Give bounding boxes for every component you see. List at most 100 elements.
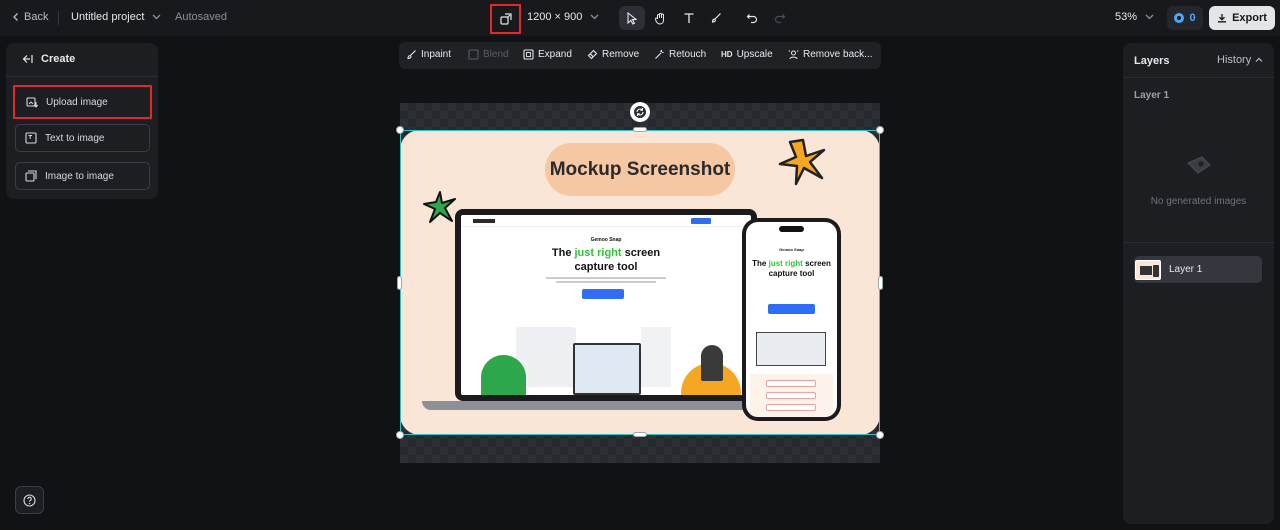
select-tool-button[interactable]: [619, 6, 645, 30]
autosave-status: Autosaved: [175, 11, 227, 23]
hand-tool-button[interactable]: [647, 6, 673, 30]
star-decoration-icon: [778, 138, 826, 186]
canvas-size-dropdown[interactable]: 1200 × 900: [527, 11, 599, 23]
chevron-down-icon: [590, 14, 599, 20]
layer-item-label: Layer 1: [1169, 264, 1203, 275]
inpaint-button[interactable]: Inpaint: [406, 49, 451, 60]
divider: [6, 76, 158, 77]
text-tool-button[interactable]: [676, 6, 702, 30]
brush-icon: [711, 13, 721, 23]
project-name-dropdown[interactable]: Untitled project: [71, 11, 161, 23]
upload-image-icon: [26, 97, 38, 108]
inpaint-label: Inpaint: [421, 49, 452, 60]
remove-button[interactable]: Remove: [587, 49, 639, 60]
resize-handle-top[interactable]: [633, 127, 647, 132]
rotate-handle[interactable]: [630, 102, 650, 122]
undo-button[interactable]: [739, 6, 765, 30]
brush-icon: [407, 50, 416, 60]
create-header[interactable]: Create: [22, 53, 75, 65]
laptop-base: [422, 401, 790, 410]
credits-badge[interactable]: 0: [1167, 6, 1203, 30]
brand-text: Gemoo Snap: [590, 237, 622, 243]
pointer-icon: [627, 11, 638, 25]
history-label: History: [1217, 54, 1252, 66]
laptop-mockup: Gemoo Snap The just right screen capture…: [455, 209, 757, 401]
empty-state-text: No generated images: [1150, 196, 1247, 207]
retouch-label: Retouch: [669, 49, 707, 60]
edit-toolbar: Inpaint Blend Expand Remove Retouch HD U…: [399, 42, 881, 69]
undo-icon: [746, 14, 758, 24]
retouch-button[interactable]: Retouch: [654, 49, 706, 60]
blend-label: Blend: [483, 49, 509, 60]
help-button[interactable]: [15, 486, 44, 514]
text-to-image-label: Text to image: [45, 132, 105, 144]
divider: [1123, 242, 1274, 243]
back-button[interactable]: Back: [12, 11, 48, 23]
blend-button[interactable]: Blend: [468, 49, 509, 60]
remove-background-icon: [788, 50, 799, 60]
laptop-screen-content: Gemoo Snap The just right screen capture…: [461, 215, 751, 395]
headline-line-2: capture tool: [574, 261, 638, 273]
create-panel: Create Upload image Text to image Image …: [6, 43, 158, 199]
brush-tool-button[interactable]: [703, 6, 729, 30]
image-to-image-button[interactable]: Image to image: [15, 162, 150, 190]
upload-image-button[interactable]: Upload image: [13, 85, 152, 119]
image-to-image-label: Image to image: [45, 170, 114, 182]
export-button[interactable]: Export: [1209, 6, 1275, 30]
phone-screen-content: Gemoo Snap The just right screen capture …: [746, 222, 837, 417]
remove-background-label: Remove back...: [803, 49, 873, 60]
remove-background-button[interactable]: Remove back...: [788, 49, 872, 60]
divider: [1123, 77, 1274, 78]
zoom-dropdown[interactable]: 53%: [1115, 11, 1154, 23]
layers-panel: Layers History Layer 1 No generated imag…: [1123, 43, 1274, 524]
create-label: Create: [41, 53, 76, 65]
text-to-image-icon: [25, 132, 37, 144]
help-icon: [23, 493, 36, 507]
resize-handle-left[interactable]: [397, 276, 402, 290]
phone-download-mock-button: [768, 304, 815, 314]
coin-icon: [1174, 13, 1185, 23]
expand-button[interactable]: Expand: [523, 49, 572, 60]
resize-handle-bottom-right[interactable]: [876, 431, 884, 439]
text-to-image-button[interactable]: Text to image: [15, 124, 150, 152]
divider: [58, 11, 59, 25]
blend-icon: [468, 49, 479, 60]
magic-wand-icon: [655, 50, 664, 59]
canvas-size-value: 1200 × 900: [527, 11, 583, 23]
resize-handle-top-left[interactable]: [396, 126, 404, 134]
canvas-image[interactable]: Mockup Screenshot Gemoo Snap The just ri…: [400, 130, 880, 435]
layer-item[interactable]: Layer 1: [1134, 256, 1262, 283]
layer-section-label: Layer 1: [1134, 90, 1170, 101]
upscale-button[interactable]: HD Upscale: [721, 49, 773, 60]
redo-icon: [774, 14, 786, 24]
chevron-down-icon: [152, 14, 161, 20]
chevron-down-icon: [1145, 14, 1154, 20]
top-bar: Back Untitled project Autosaved 1200 × 9…: [0, 0, 1280, 36]
upscale-label: Upscale: [736, 49, 773, 60]
eraser-icon: [587, 49, 598, 60]
hand-icon: [654, 12, 664, 25]
image-to-image-icon: [25, 170, 37, 182]
phone-headline: The just right screen capture tool: [752, 259, 831, 278]
resize-handle-top-right[interactable]: [876, 126, 884, 134]
download-icon: [1218, 14, 1227, 23]
history-toggle[interactable]: History: [1217, 54, 1263, 66]
zoom-value: 53%: [1115, 11, 1138, 23]
resize-handle-right[interactable]: [878, 276, 883, 290]
resize-icon: [499, 13, 512, 25]
project-name: Untitled project: [71, 11, 145, 23]
expand-icon: [523, 49, 534, 60]
resize-handle-bottom[interactable]: [633, 432, 647, 437]
credits-count: 0: [1189, 12, 1196, 24]
back-label: Back: [24, 11, 49, 23]
hd-icon: HD: [721, 50, 733, 59]
green-star-decoration-icon: [423, 191, 456, 223]
redo-button[interactable]: [767, 6, 793, 30]
export-label: Export: [1232, 12, 1267, 24]
headline-line-1: The just right screen: [551, 247, 661, 259]
resize-canvas-button[interactable]: [490, 4, 521, 34]
rotate-icon: [634, 106, 646, 118]
chevron-left-icon: [13, 13, 18, 21]
resize-handle-bottom-left[interactable]: [396, 431, 404, 439]
chevron-up-icon: [1255, 57, 1263, 62]
